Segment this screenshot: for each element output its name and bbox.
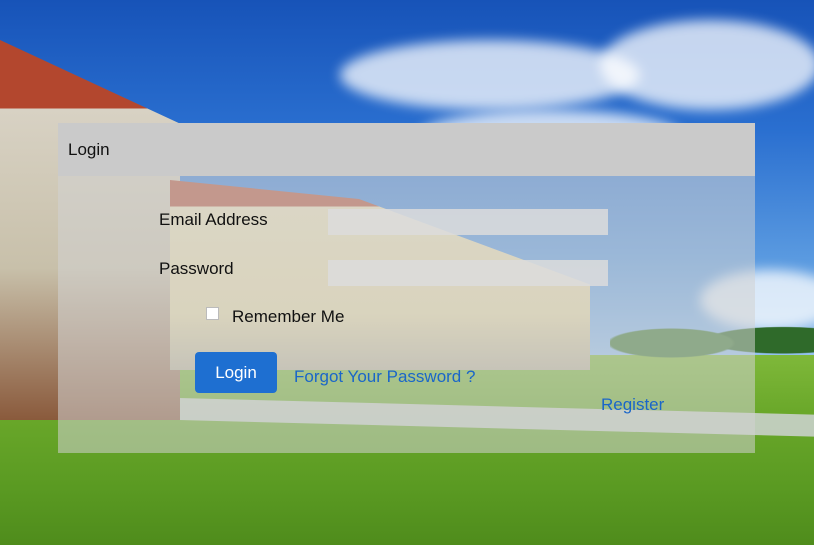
panel-header: Login bbox=[58, 123, 755, 176]
email-label: Email Address bbox=[159, 210, 268, 229]
forgot-password-link[interactable]: Forgot Your Password ? bbox=[294, 367, 475, 387]
cloud bbox=[600, 20, 814, 110]
register-link[interactable]: Register bbox=[601, 395, 664, 415]
login-panel: Login Email Address Password Remember Me… bbox=[58, 123, 755, 453]
password-field[interactable] bbox=[328, 260, 608, 286]
login-button[interactable]: Login bbox=[195, 352, 277, 393]
email-field[interactable] bbox=[328, 209, 608, 235]
cloud bbox=[340, 40, 640, 110]
remember-me-label[interactable]: Remember Me bbox=[232, 307, 344, 327]
remember-me-checkbox[interactable] bbox=[206, 307, 219, 320]
password-label: Password bbox=[159, 259, 234, 278]
panel-title: Login bbox=[68, 139, 110, 159]
